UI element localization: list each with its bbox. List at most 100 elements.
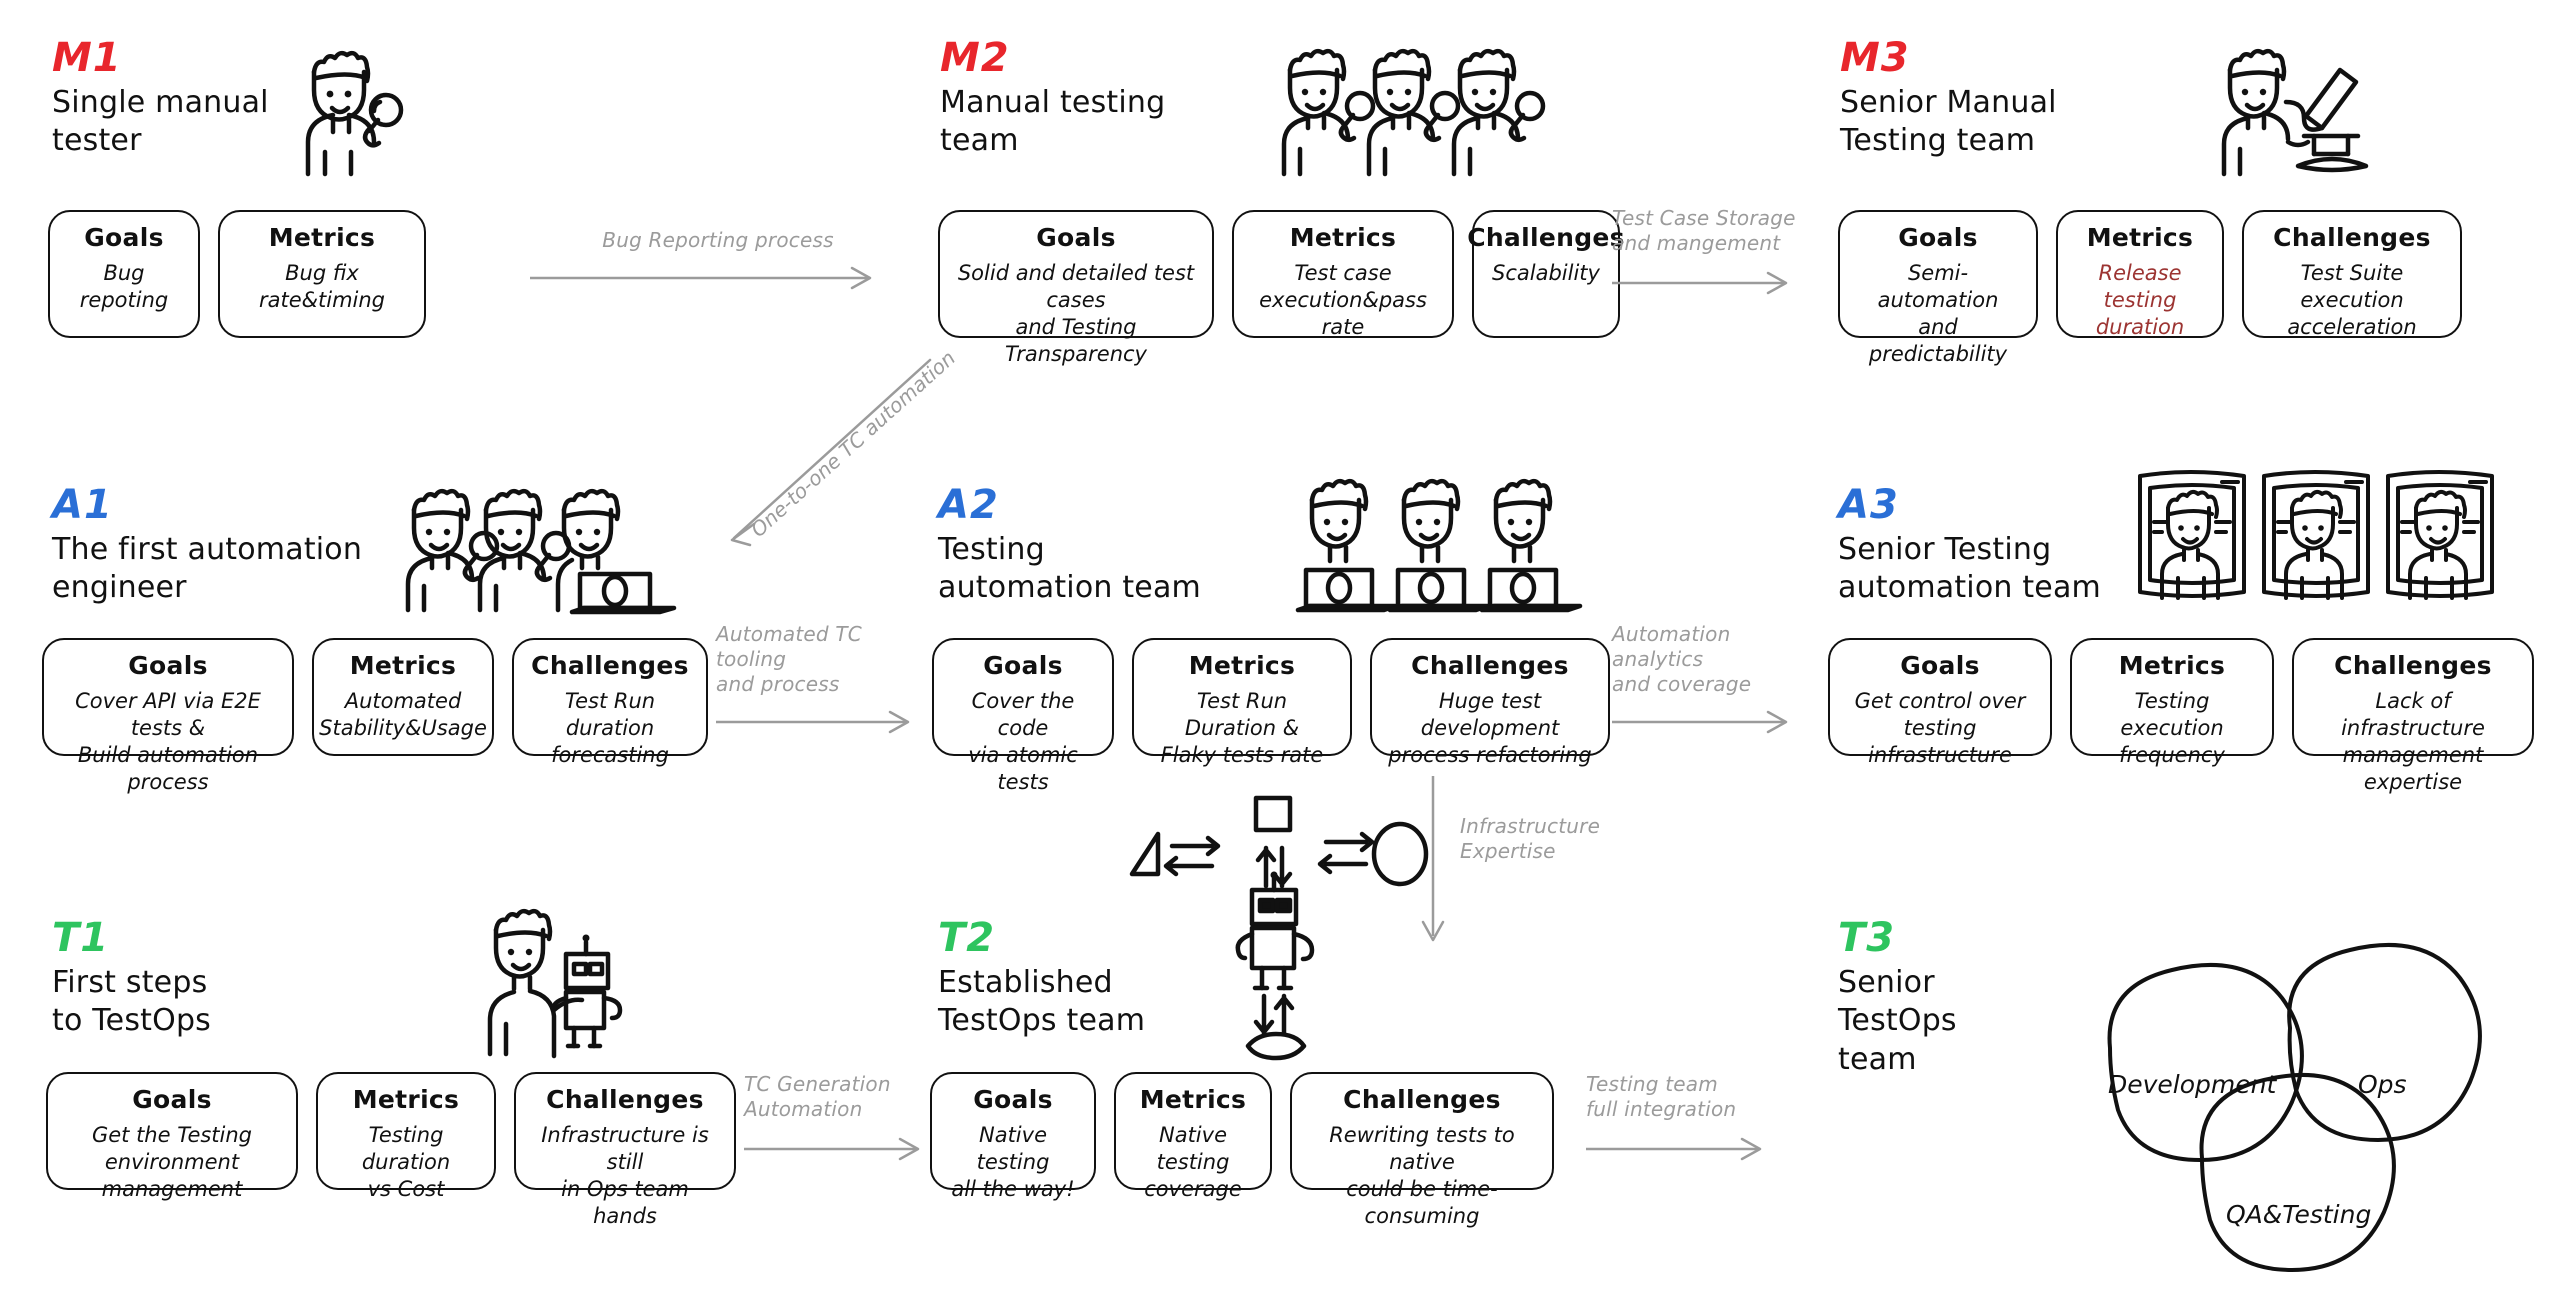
- card-metrics[interactable]: Metrics Test Run Duration & Flaky tests …: [1132, 638, 1352, 767]
- cards-a1: Goals Cover API via E2E tests & Build au…: [42, 638, 708, 794]
- card-body: Cover API via E2E tests & Build automati…: [75, 688, 261, 795]
- stage-title-a1: The first automation engineer: [52, 532, 363, 606]
- stage-title-a2: Testing automation team: [938, 532, 1201, 606]
- cards-a3: Goals Get control over testing infrastru…: [1828, 638, 2534, 794]
- card-goals[interactable]: Goals Cover API via E2E tests & Build au…: [42, 638, 294, 794]
- venn-diagram-icon: Development Ops QA&Testing: [1990, 918, 2550, 1298]
- cards-a2: Goals Cover the code via atomic tests Me…: [932, 638, 1610, 794]
- stage-code-m1: M1: [52, 35, 122, 81]
- card-header: Metrics: [1188, 651, 1296, 680]
- card-header: Goals: [983, 651, 1063, 680]
- card-header: Goals: [128, 651, 208, 680]
- card-goals[interactable]: Goals Get control over testing infrastru…: [1828, 638, 2052, 767]
- connector-a1-a2: Automated TC tooling and process: [716, 622, 936, 735]
- card-body: Semi-automation and predictability: [1868, 260, 2008, 367]
- cards-t1: Goals Get the Testing environment manage…: [46, 1072, 736, 1228]
- card-body: Native testing all the way!: [951, 1122, 1075, 1202]
- card-challenges[interactable]: Challenges Test Run duration forecasting: [512, 638, 708, 767]
- card-body: Testing duration vs Cost: [361, 1122, 451, 1202]
- card-header: Metrics: [352, 1085, 460, 1114]
- card-header: Goals: [84, 223, 164, 252]
- card-body: Native testing coverage: [1144, 1122, 1242, 1202]
- card-metrics[interactable]: Metrics Bug fix rate&timing: [218, 210, 426, 338]
- stage-code-m2: M2: [940, 35, 1010, 81]
- connector-m1-m2: Bug Reporting process: [530, 228, 930, 291]
- card-challenges[interactable]: Challenges Test Suite execution accelera…: [2242, 210, 2462, 339]
- first-automation-engineer-icon: [404, 482, 704, 622]
- card-body: Solid and detailed test cases and Testin…: [957, 260, 1195, 367]
- card-body: Huge test development process refactorin…: [1388, 688, 1592, 768]
- card-header: Metrics: [2118, 651, 2226, 680]
- card-goals[interactable]: Goals Cover the code via atomic tests: [932, 638, 1114, 794]
- card-metrics[interactable]: Metrics Automated Stability&Usage: [312, 638, 494, 756]
- card-header: Metrics: [349, 651, 457, 680]
- card-challenges[interactable]: Challenges Huge test development process…: [1370, 638, 1610, 767]
- card-metrics[interactable]: Metrics Testing execution frequency: [2070, 638, 2274, 767]
- stage-title-a3: Senior Testing automation team: [1838, 532, 2101, 606]
- card-body: Test Run duration forecasting: [551, 688, 669, 768]
- stage-m2: M2 Manual testing team: [940, 38, 1165, 161]
- card-body: Testing execution frequency: [2119, 688, 2225, 768]
- stage-a2: A2 Testing automation team: [938, 485, 1201, 608]
- card-metrics[interactable]: Metrics Test case execution&pass rate: [1232, 210, 1454, 339]
- card-header: Challenges: [1343, 1085, 1501, 1114]
- connector-label: TC Generation Automation: [744, 1072, 891, 1121]
- connector-a2-a3: Automation analytics and coverage: [1612, 622, 1812, 735]
- connector-label: Bug Reporting process: [602, 228, 834, 252]
- card-goals[interactable]: Goals Native testing all the way!: [930, 1072, 1096, 1201]
- stage-code-a1: A1: [52, 482, 113, 528]
- cards-m3: Goals Semi-automation and predictability…: [1838, 210, 2462, 366]
- card-goals[interactable]: Goals Solid and detailed test cases and …: [938, 210, 1214, 366]
- card-challenges[interactable]: Challenges Rewriting tests to native cou…: [1290, 1072, 1554, 1228]
- card-body: Automated Stability&Usage: [319, 688, 487, 740]
- connector-label: Infrastructure Expertise: [1460, 814, 1601, 863]
- card-header: Goals: [973, 1085, 1053, 1114]
- card-metrics[interactable]: Metrics Testing duration vs Cost: [316, 1072, 496, 1201]
- card-challenges[interactable]: Challenges Lack of infrastructure manage…: [2292, 638, 2534, 794]
- card-body: Cover the code via atomic tests: [968, 688, 1078, 795]
- testops-maturity-diagram: M1 Single manual tester Goals Bug repoti…: [0, 0, 2560, 1303]
- card-challenges[interactable]: Challenges Scalability: [1467, 210, 1625, 338]
- connector-label: Test Case Storage and mangement: [1612, 206, 1796, 255]
- connector-label: Automation analytics and coverage: [1612, 622, 1752, 696]
- stage-code-t3: T3: [1838, 915, 1896, 961]
- engineer-with-robot-icon: [482, 898, 682, 1059]
- card-body: Bug fix rate&timing: [258, 260, 386, 312]
- card-goals[interactable]: Goals Semi-automation and predictability: [1838, 210, 2038, 366]
- stage-title-m3: Senior Manual Testing team: [1840, 85, 2057, 159]
- card-body: Test case execution&pass rate: [1259, 260, 1427, 340]
- senior-automation-team-icon: [2134, 462, 2494, 622]
- cards-m2: Goals Solid and detailed test cases and …: [938, 210, 1625, 366]
- stage-m3: M3 Senior Manual Testing team: [1840, 38, 2057, 161]
- card-challenges[interactable]: Challenges Infrastructure is still in Op…: [514, 1072, 736, 1228]
- stage-code-a3: A3: [1838, 482, 1899, 528]
- card-body: Get control over testing infrastructure: [1854, 688, 2026, 768]
- stage-title-m2: Manual testing team: [940, 85, 1166, 159]
- connector-m2-a1: One-to-one TC automation: [712, 346, 960, 552]
- stage-title-m1: Single manual tester: [52, 85, 269, 159]
- card-header: Challenges: [531, 651, 689, 680]
- venn-label-ops: Ops: [2358, 1070, 2407, 1099]
- connector-t2-t3: Testing team full integration: [1586, 1072, 1786, 1162]
- card-metrics[interactable]: Metrics Native testing coverage: [1114, 1072, 1272, 1201]
- cards-t2: Goals Native testing all the way! Metric…: [930, 1072, 1554, 1228]
- stage-a3: A3 Senior Testing automation team: [1838, 485, 2101, 608]
- card-body: Test Suite execution acceleration: [2287, 260, 2417, 340]
- stage-title-t3: Senior TestOps team: [1838, 965, 1957, 1077]
- card-goals[interactable]: Goals Get the Testing environment manage…: [46, 1072, 298, 1201]
- card-body: Infrastructure is still in Ops team hand…: [541, 1122, 709, 1229]
- card-header: Goals: [132, 1085, 212, 1114]
- card-metrics[interactable]: Metrics Release testing duration: [2056, 210, 2224, 339]
- card-header: Metrics: [268, 223, 376, 252]
- microscope-tester-icon: [2218, 42, 2388, 177]
- card-body: Release testing duration: [2095, 260, 2185, 340]
- card-header: Challenges: [2273, 223, 2431, 252]
- card-header: Metrics: [1289, 223, 1397, 252]
- card-body: Lack of infrastructure management expert…: [2341, 688, 2485, 795]
- manual-testing-team-icon: [1280, 42, 1560, 177]
- cards-m1: Goals Bug repoting Metrics Bug fix rate&…: [48, 210, 426, 338]
- card-goals[interactable]: Goals Bug repoting: [48, 210, 200, 338]
- card-body: Bug repoting: [79, 260, 169, 312]
- card-body: Rewriting tests to native could be time-…: [1329, 1122, 1515, 1229]
- single-manual-tester-icon: [278, 42, 418, 177]
